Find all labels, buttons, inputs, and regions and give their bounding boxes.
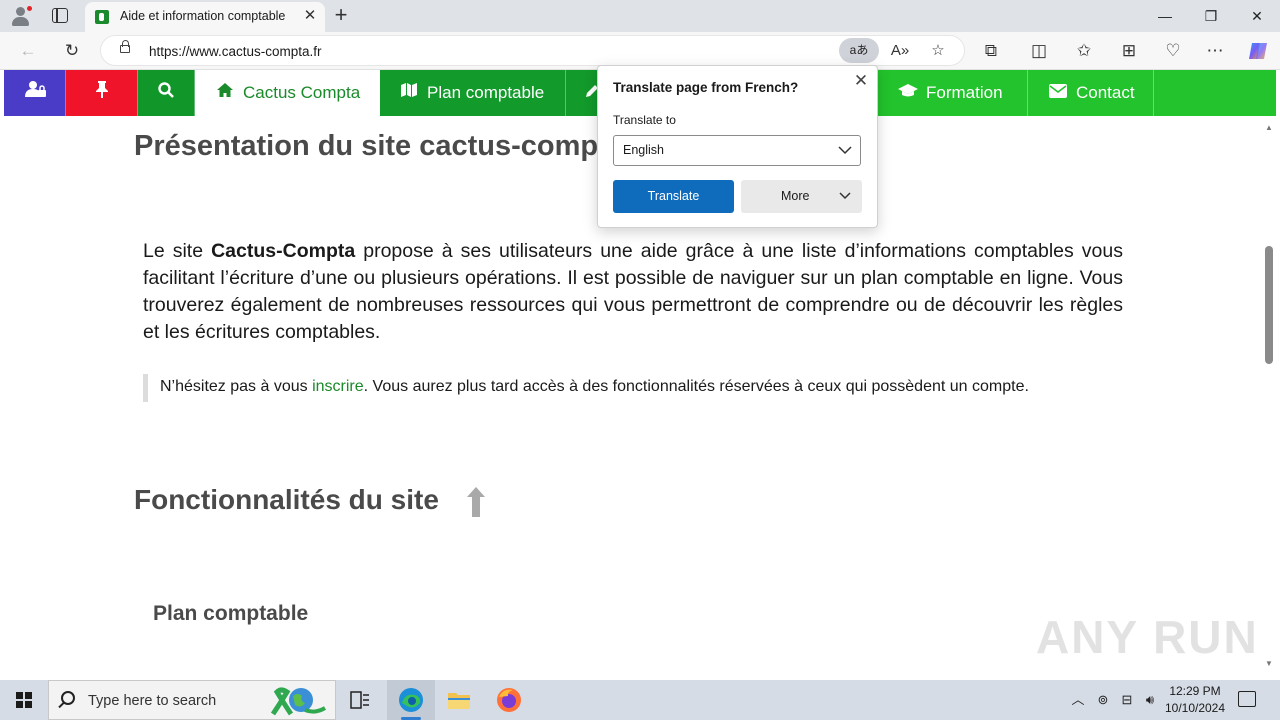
intro-prefix: Le site: [143, 240, 212, 262]
windows-taskbar: Type here to search ︿ ⊚ ⊟ 🔊︎ 12:29 PM 10…: [0, 680, 1280, 720]
nav-formation-label: Formation: [926, 83, 1003, 102]
more-button-label: More: [781, 189, 810, 203]
firefox-taskbar-icon[interactable]: [485, 680, 533, 720]
more-button[interactable]: More: [741, 180, 862, 213]
translate-popup: Translate page from French? ✕ Translate …: [597, 65, 878, 228]
split-screen-icon[interactable]: ◫: [1026, 38, 1052, 64]
clock-date: 10/10/2024: [1164, 701, 1226, 715]
page-title: Présentation du site cactus-comp: [134, 130, 599, 162]
intro-site-name: Cactus-Compta: [211, 240, 356, 262]
translate-button[interactable]: Translate: [613, 180, 734, 213]
start-button[interactable]: [0, 680, 48, 720]
back-arrow-icon[interactable]: ←: [15, 38, 41, 64]
tray-overflow-chevron-icon[interactable]: ︿: [1070, 692, 1086, 708]
envelope-icon: [1048, 71, 1068, 117]
taskbar-search-box[interactable]: Type here to search: [48, 680, 336, 720]
clock-time: 12:29 PM: [1169, 684, 1221, 698]
more-chevron-down-icon: [839, 180, 851, 213]
file-explorer-taskbar-icon[interactable]: [435, 680, 483, 720]
section-title: Fonctionnalités du site: [134, 484, 439, 515]
browser-essentials-icon[interactable]: ♡: [1160, 38, 1186, 64]
url-text[interactable]: https://www.cactus-compta.fr: [149, 44, 322, 59]
new-tab-button[interactable]: +: [331, 4, 351, 26]
note-prefix: N’hésitez pas à vous: [160, 378, 313, 395]
nav-formation-link[interactable]: Formation: [878, 70, 1028, 116]
extensions-icon[interactable]: ⧉: [978, 38, 1004, 64]
back-to-top-arrow-icon[interactable]: [466, 486, 486, 518]
search-icon: [156, 71, 176, 117]
translate-popup-title: Translate page from French?: [613, 80, 799, 95]
note-suffix: . Vous aurez plus tard accès à des fonct…: [363, 378, 1029, 395]
browser-tab-bar: Aide et information comptable ✕ + — ❐ ✕: [0, 0, 1280, 32]
minimize-button[interactable]: —: [1142, 5, 1188, 27]
page-scrollbar[interactable]: ▲ ▼: [1262, 116, 1276, 680]
nav-plan-label: Plan comptable: [427, 83, 545, 102]
nav-home-link[interactable]: Cactus Compta: [195, 70, 380, 116]
chevron-down-icon: [838, 141, 852, 159]
refresh-icon[interactable]: ↻: [59, 38, 85, 64]
nav-pin-button[interactable]: [66, 70, 138, 116]
collections-icon[interactable]: ⊞: [1116, 38, 1142, 64]
graduation-cap-icon: [898, 71, 918, 117]
windows-logo-icon: [16, 692, 32, 708]
copilot-icon[interactable]: [1245, 38, 1271, 64]
subsection-title: Plan comptable: [153, 602, 309, 625]
cactus-favicon-icon: [95, 10, 109, 24]
signup-link[interactable]: inscrire: [312, 378, 364, 395]
restore-button[interactable]: ❐: [1188, 5, 1234, 27]
nav-user-button[interactable]: [4, 70, 66, 116]
scroll-up-icon[interactable]: ▲: [1265, 124, 1273, 132]
browser-tab-active[interactable]: Aide et information comptable ✕: [85, 2, 325, 32]
meet-now-icon[interactable]: ⊚: [1095, 692, 1111, 708]
favorites-icon[interactable]: ✩: [1071, 38, 1097, 64]
address-bar[interactable]: https://www.cactus-compta.fr aあ A» ☆: [100, 35, 965, 66]
notifications-icon[interactable]: [1238, 691, 1256, 707]
nav-search-button[interactable]: [138, 70, 195, 116]
nav-contact-link[interactable]: Contact: [1028, 70, 1154, 116]
map-icon: [399, 71, 419, 117]
network-icon[interactable]: ⊟: [1119, 692, 1135, 708]
nav-plan-comptable-link[interactable]: Plan comptable: [380, 70, 566, 116]
volume-icon[interactable]: 🔊︎: [1142, 692, 1158, 708]
scrollbar-thumb[interactable]: [1265, 246, 1273, 364]
settings-menu-icon[interactable]: ⋯: [1202, 38, 1228, 64]
user-lock-icon: [24, 71, 46, 117]
edge-taskbar-icon[interactable]: [387, 680, 435, 720]
taskbar-clock[interactable]: 12:29 PM 10/10/2024: [1160, 683, 1230, 717]
tab-close-icon[interactable]: ✕: [301, 7, 319, 25]
favorite-star-icon[interactable]: ☆: [927, 40, 949, 62]
search-icon: [61, 691, 75, 705]
tab-actions-icon[interactable]: [52, 8, 68, 23]
taskbar-search-placeholder: Type here to search: [88, 693, 217, 709]
read-aloud-icon[interactable]: A»: [889, 40, 911, 62]
anyrun-watermark: ANY RUN: [1036, 611, 1259, 663]
translate-to-label: Translate to: [613, 113, 676, 127]
signup-note: N’hésitez pas à vous inscrire. Vous aure…: [143, 374, 1123, 402]
popup-close-icon[interactable]: ✕: [852, 72, 870, 90]
nav-home-label: Cactus Compta: [243, 83, 361, 102]
nav-contact-label: Contact: [1076, 83, 1135, 102]
profile-icon[interactable]: [9, 5, 33, 27]
home-icon: [215, 71, 235, 117]
scroll-down-icon[interactable]: ▼: [1265, 660, 1273, 668]
window-close-button[interactable]: ✕: [1234, 5, 1280, 27]
tab-title: Aide et information comptable: [120, 9, 286, 23]
language-select[interactable]: English: [613, 135, 861, 166]
lock-icon[interactable]: [120, 40, 130, 53]
thumbtack-icon: [92, 71, 112, 117]
selected-language: English: [623, 143, 664, 157]
intro-paragraph: Le site Cactus-Compta propose à ses util…: [143, 238, 1123, 346]
awareness-ribbon-globe-icon: [267, 684, 329, 717]
task-view-button[interactable]: [336, 680, 384, 720]
translate-icon[interactable]: aあ: [839, 38, 879, 63]
